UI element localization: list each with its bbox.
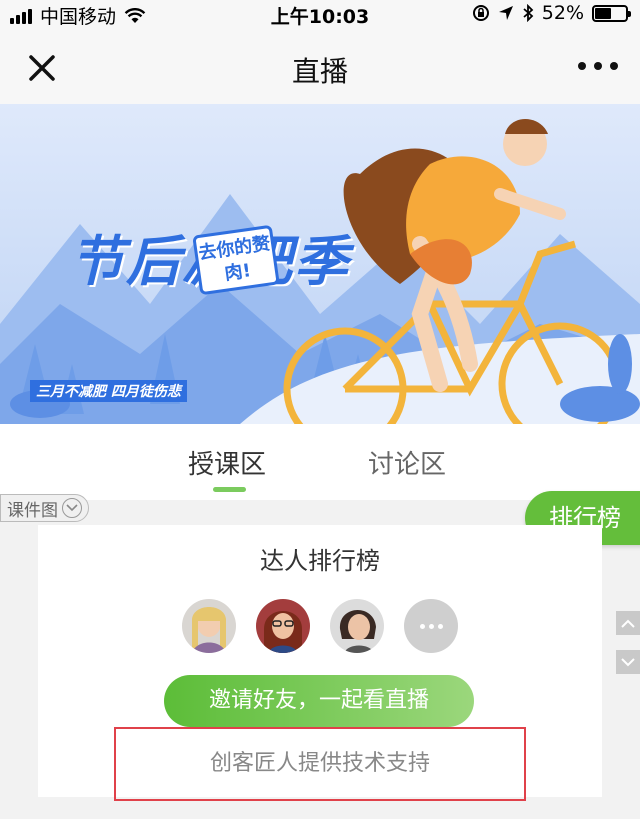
tab-lecture[interactable]: 授课区: [188, 444, 266, 481]
tab-discussion[interactable]: 讨论区: [368, 444, 446, 481]
more-avatars-icon[interactable]: [404, 599, 458, 653]
avatar-list: [182, 599, 458, 653]
avatar[interactable]: [256, 599, 310, 653]
avatar[interactable]: [330, 599, 384, 653]
page-title: 直播: [291, 55, 348, 88]
status-bar: 中国移动 上午10:03 52%: [0, 0, 640, 28]
avatar[interactable]: [182, 599, 236, 653]
more-icon[interactable]: [578, 54, 618, 78]
banner-subtitle-left: 三月不减肥: [36, 384, 106, 400]
rotation-lock-icon: [472, 5, 489, 21]
banner-badge: 去你的赘肉!: [192, 224, 280, 296]
banner-image: 节后减肥季 去你的赘肉! 三月不减肥 四月徒伤悲: [0, 104, 640, 424]
leaderboard-card: 达人排行榜 邀请好友，一起看直播 创客匠人提供技术支持: [38, 525, 602, 801]
scroll-down-button[interactable]: [616, 650, 640, 674]
chevron-down-icon: [62, 498, 82, 518]
banner-subtitle-right: 四月徒伤悲: [110, 384, 181, 400]
battery-icon: [592, 4, 631, 22]
chevron-down-icon: [621, 657, 635, 666]
chevron-up-icon: [621, 619, 635, 628]
status-right: 52%: [472, 2, 631, 24]
slide-select-dropdown[interactable]: 课件图: [0, 494, 89, 522]
invite-friends-button[interactable]: 邀请好友，一起看直播: [164, 675, 474, 727]
location-icon: [498, 6, 513, 20]
nav-bar: 直播: [0, 28, 640, 104]
banner-subtitle: 三月不减肥 四月徒伤悲: [30, 380, 187, 402]
leaderboard-title: 达人排行榜: [260, 547, 380, 575]
bluetooth-icon: [523, 4, 534, 22]
active-tab-indicator: [213, 487, 246, 492]
tech-support-text: 创客匠人提供技术支持: [114, 727, 526, 801]
tab-bar: 授课区 讨论区: [0, 424, 640, 500]
battery-percent: 52%: [541, 2, 584, 24]
slide-select-label: 课件图: [7, 500, 58, 521]
scroll-up-button[interactable]: [616, 611, 640, 635]
